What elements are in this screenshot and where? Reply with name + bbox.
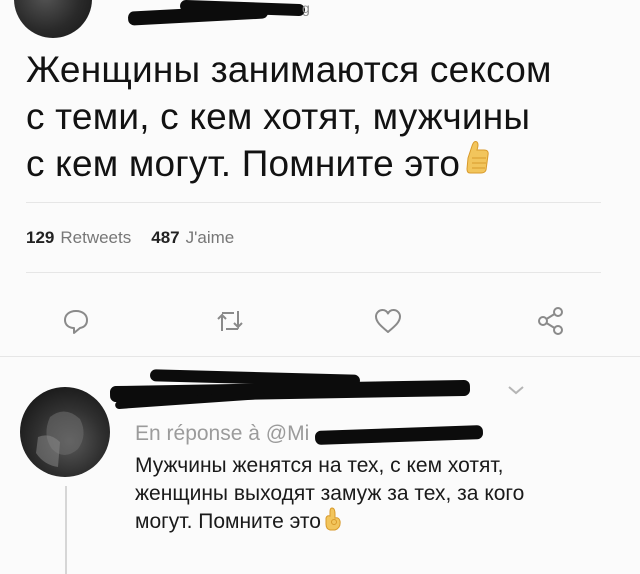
divider bbox=[26, 272, 601, 273]
divider bbox=[26, 202, 601, 203]
reply-text: Мужчины женятся на тех, с кем хотят, жен… bbox=[135, 452, 625, 540]
like-button[interactable] bbox=[372, 305, 404, 337]
retweet-icon bbox=[217, 311, 243, 331]
share-icon bbox=[538, 307, 563, 335]
avatar-image bbox=[36, 411, 84, 467]
tweet-text-line: Женщины занимаются сексом bbox=[26, 49, 552, 90]
avatar[interactable] bbox=[14, 0, 92, 38]
reply-text-line: Мужчины женятся на тех, с кем хотят, bbox=[135, 454, 504, 477]
tweet-text: Женщины занимаются сексом с теми, с кем … bbox=[26, 46, 616, 187]
thread-line bbox=[65, 486, 67, 574]
reply-avatar[interactable] bbox=[20, 387, 110, 477]
share-button[interactable] bbox=[535, 305, 567, 337]
redacted-mention bbox=[314, 425, 484, 445]
reply-text-line: женщины выходят замуж за тех, за кого bbox=[135, 482, 525, 505]
retweets-label[interactable]: Retweets bbox=[60, 228, 131, 247]
tweet-stats: 129 Retweets 487 J'aime bbox=[26, 228, 234, 248]
reply-text-line: могут. Помните это bbox=[135, 506, 625, 540]
reply-to-label: En réponse à @Mi bbox=[135, 422, 310, 445]
chevron-down-icon[interactable] bbox=[505, 383, 527, 402]
thumbs-up-icon bbox=[462, 136, 492, 187]
ok-hand-icon bbox=[324, 506, 342, 540]
retweet-button[interactable] bbox=[214, 305, 246, 337]
reply-icon bbox=[64, 310, 88, 334]
likes-label[interactable]: J'aime bbox=[186, 228, 235, 247]
retweets-count: 129 bbox=[26, 228, 55, 247]
tweet-text-line: с теми, с кем хотят, мужчины bbox=[26, 96, 531, 137]
likes-count: 487 bbox=[151, 228, 180, 247]
like-icon bbox=[375, 309, 401, 333]
reply-button[interactable] bbox=[60, 305, 92, 337]
divider bbox=[0, 356, 640, 357]
tweet-text-line: с кем могут. Помните это bbox=[26, 140, 616, 187]
handle-text: g bbox=[302, 0, 310, 16]
